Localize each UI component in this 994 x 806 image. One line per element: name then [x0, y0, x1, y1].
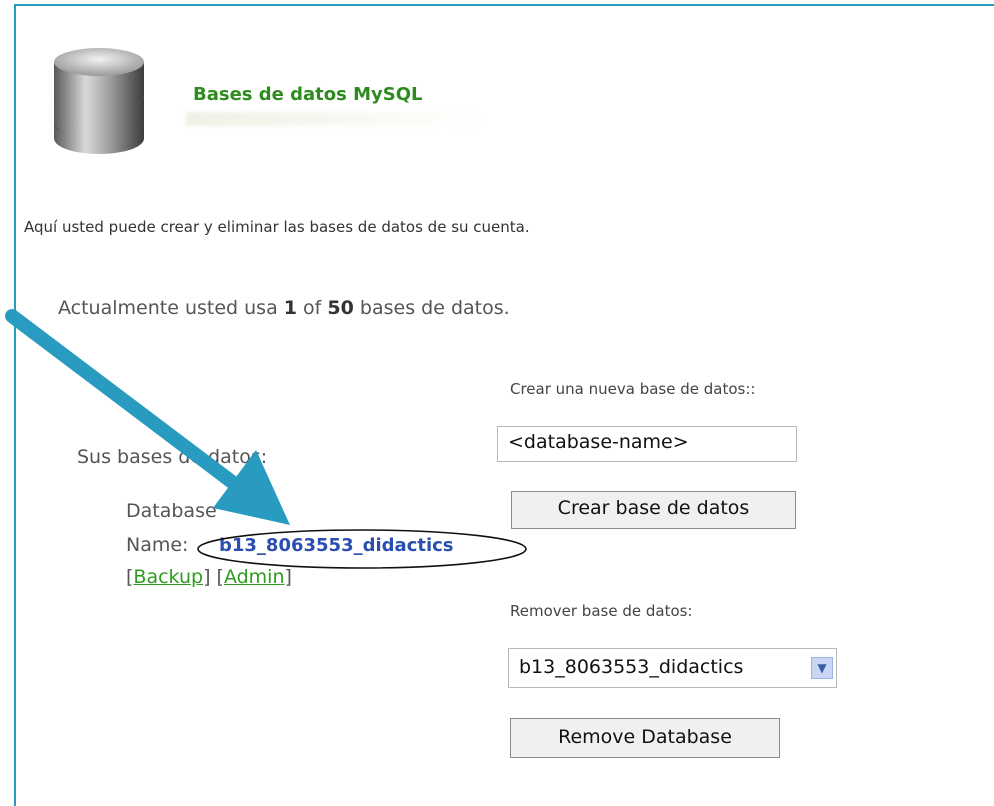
backup-link[interactable]: Backup: [133, 566, 203, 588]
usage-of: of: [303, 297, 322, 319]
database-actions: [Backup] [Admin]: [126, 566, 292, 588]
database-name-input[interactable]: <database-name>: [497, 426, 797, 462]
database-label: Database: [126, 500, 217, 522]
page-title: Bases de datos MySQL: [193, 84, 423, 105]
create-database-label: Crear una nueva base de datos::: [510, 380, 756, 398]
create-database-button[interactable]: Crear base de datos: [511, 491, 796, 529]
remove-database-label: Remover base de datos:: [510, 602, 693, 620]
usage-suffix: bases de datos.: [359, 297, 510, 319]
database-icon: [54, 48, 144, 154]
remove-database-select[interactable]: b13_8063553_didactics ▼: [508, 648, 837, 688]
name-label: Name:: [126, 534, 189, 556]
description-text: Aquí usted puede crear y eliminar las ba…: [24, 218, 530, 236]
your-databases-heading: Sus bases de datos:: [77, 446, 268, 468]
admin-link[interactable]: Admin: [224, 566, 285, 588]
usage-text: Actualmente usted usa 1 of 50 bases de d…: [58, 297, 510, 319]
usage-used: 1: [283, 297, 297, 319]
content-frame: [14, 4, 994, 806]
chevron-down-icon[interactable]: ▼: [811, 657, 833, 679]
title-shadow: [186, 112, 486, 126]
select-value: b13_8063553_didactics: [519, 656, 744, 678]
database-name-value: b13_8063553_didactics: [219, 535, 454, 556]
usage-prefix: Actualmente usted usa: [58, 297, 278, 319]
usage-total: 50: [327, 297, 354, 319]
remove-database-button[interactable]: Remove Database: [510, 718, 780, 758]
